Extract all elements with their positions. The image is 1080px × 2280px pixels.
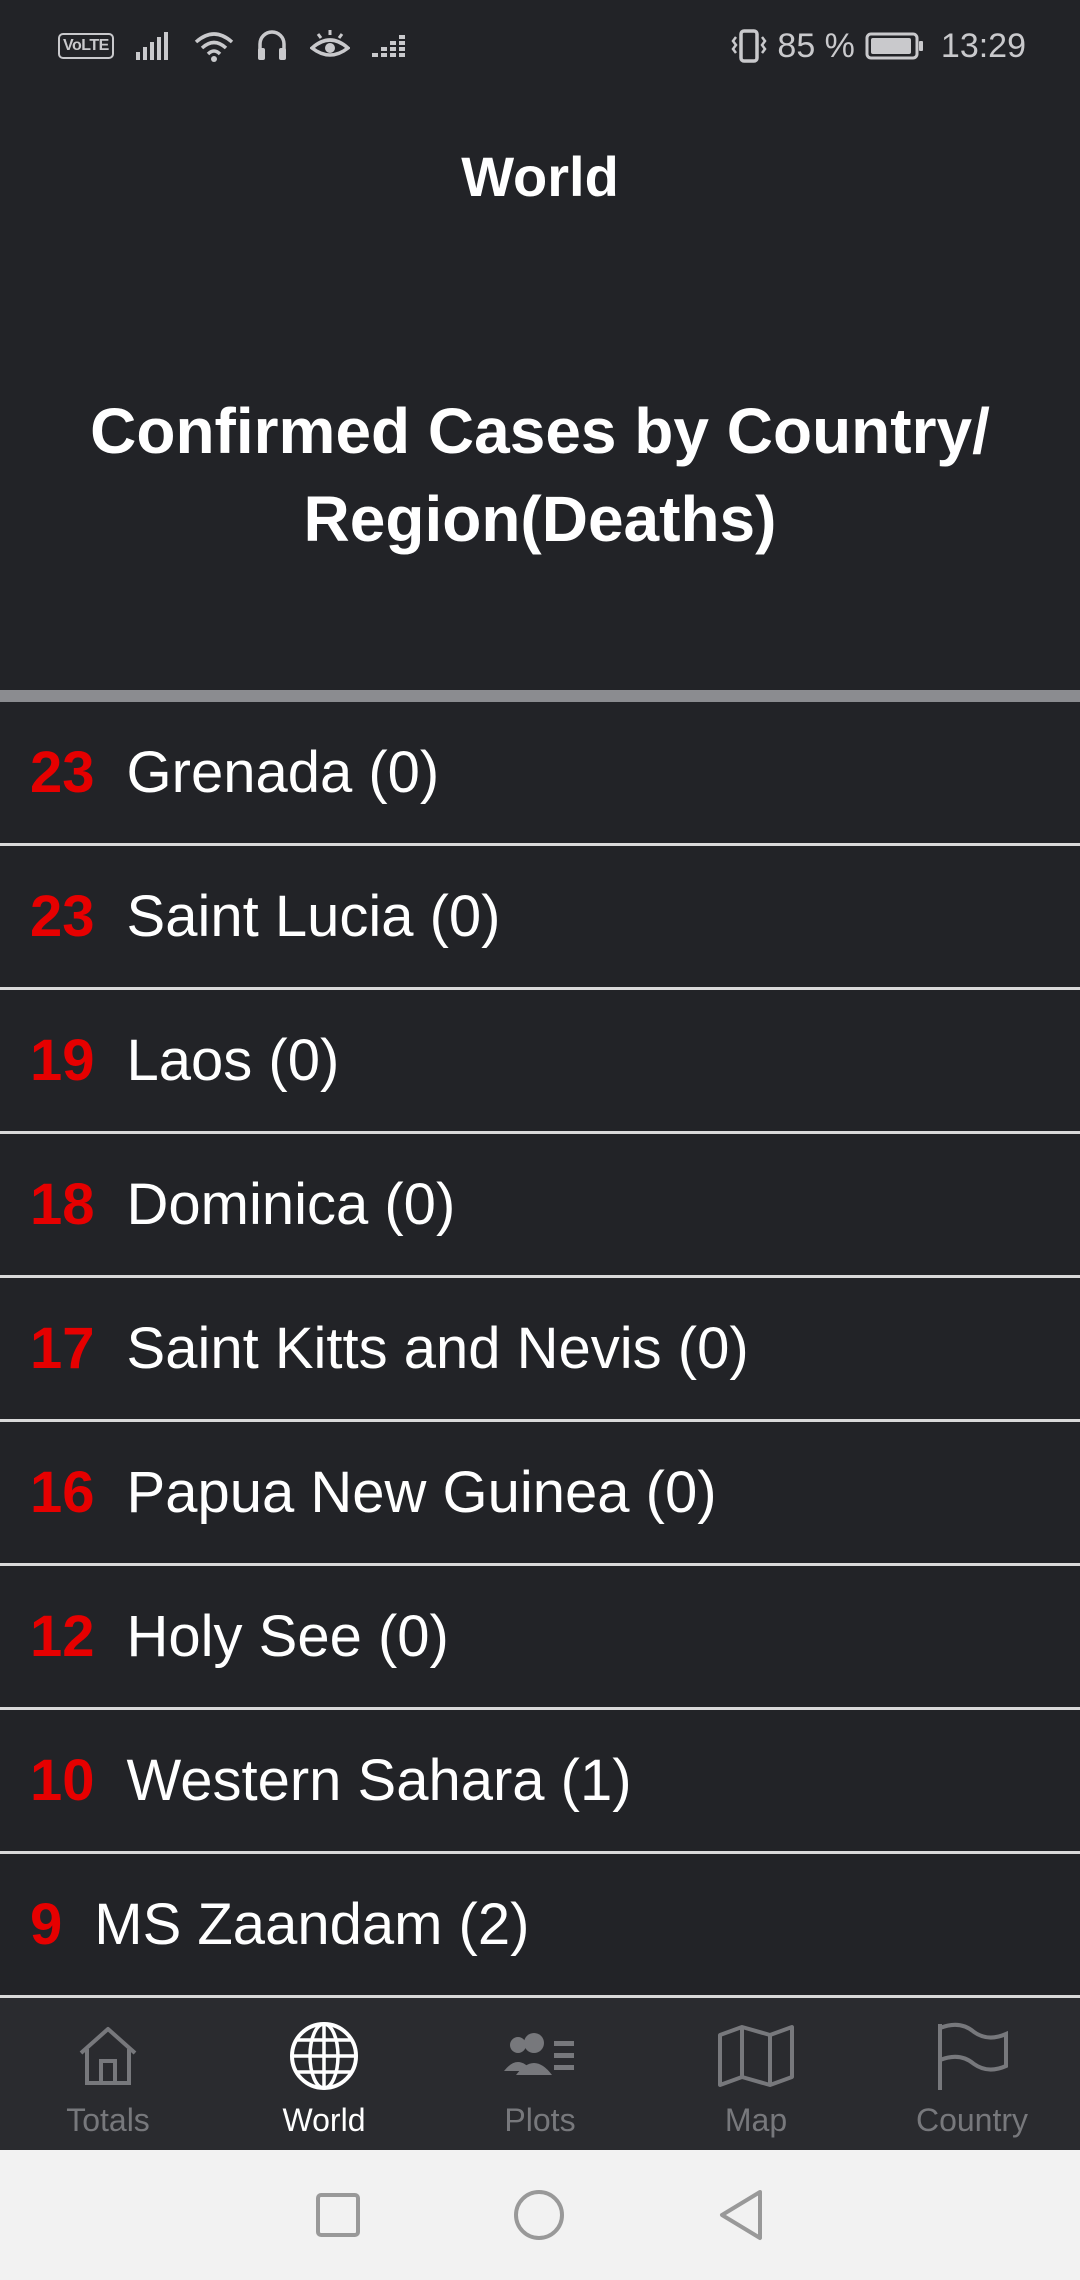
nav-item-world[interactable]: World (216, 1998, 432, 2150)
nav-item-plots[interactable]: Plots (432, 1998, 648, 2150)
country-name: Laos (0) (126, 1028, 340, 1093)
list-item[interactable]: 19 Laos (0) (0, 990, 1080, 1134)
nav-item-country[interactable]: Country (864, 1998, 1080, 2150)
headphones-icon (256, 30, 288, 62)
back-triangle-icon[interactable] (716, 2188, 766, 2242)
clock: 13:29 (940, 26, 1026, 65)
people-list-icon (504, 2016, 576, 2096)
case-count: 23 (30, 884, 95, 949)
list-heading: Confirmed Cases by Country/ Region(Death… (90, 395, 990, 555)
volte-icon: VoLTE (58, 33, 114, 59)
nav-label-world: World (282, 2102, 366, 2138)
nav-label-plots: Plots (504, 2102, 576, 2138)
nav-item-map[interactable]: Map (648, 1998, 864, 2150)
case-count: 17 (30, 1316, 95, 1381)
battery-icon (865, 31, 925, 61)
app-bar: World (0, 92, 1080, 260)
nav-label-country: Country (915, 2102, 1029, 2138)
globe-icon (288, 2016, 360, 2096)
signal-icon (135, 32, 172, 60)
case-count: 10 (30, 1748, 95, 1813)
battery-percent: 85 % (777, 26, 855, 65)
country-list[interactable]: 23 Grenada (0) 23 Saint Lucia (0) 19 Lao… (0, 702, 1080, 1998)
recents-square-icon[interactable] (314, 2191, 362, 2239)
list-item[interactable]: 23 Saint Lucia (0) (0, 846, 1080, 990)
home-icon (75, 2016, 141, 2096)
list-item[interactable]: 9 MS Zaandam (2) (0, 1854, 1080, 1998)
list-item[interactable]: 18 Dominica (0) (0, 1134, 1080, 1278)
case-count: 12 (30, 1604, 95, 1669)
list-item[interactable]: 23 Grenada (0) (0, 702, 1080, 846)
status-bar-right: 85 % 13:29 (731, 27, 1026, 66)
system-nav-bar (0, 2150, 1080, 2280)
country-name: Dominica (0) (126, 1172, 456, 1237)
case-count: 19 (30, 1028, 95, 1093)
nav-label-totals: Totals (66, 2102, 150, 2138)
list-item[interactable]: 16 Papua New Guinea (0) (0, 1422, 1080, 1566)
map-icon (716, 2016, 796, 2096)
country-name: Saint Kitts and Nevis (0) (126, 1316, 749, 1381)
case-count: 16 (30, 1460, 95, 1525)
country-name: Holy See (0) (126, 1604, 449, 1669)
list-item[interactable]: 17 Saint Kitts and Nevis (0) (0, 1278, 1080, 1422)
eye-comfort-icon (309, 30, 350, 62)
flag-icon (934, 2016, 1010, 2096)
heading-area: Confirmed Cases by Country/ Region(Death… (0, 260, 1080, 690)
status-bar-left: VoLTE (58, 30, 408, 62)
vibrate-icon (731, 29, 767, 63)
bottom-nav: Totals World Plots Map Country (0, 1998, 1080, 2150)
case-count: 23 (30, 740, 95, 805)
country-name: Saint Lucia (0) (126, 884, 501, 949)
wifi-icon (194, 30, 234, 62)
nav-item-totals[interactable]: Totals (0, 1998, 216, 2150)
case-count: 9 (30, 1892, 63, 1957)
country-name: Western Sahara (1) (126, 1748, 632, 1813)
list-item[interactable]: 12 Holy See (0) (0, 1566, 1080, 1710)
country-name: MS Zaandam (2) (94, 1892, 530, 1957)
heading-divider (0, 690, 1080, 702)
status-bar: VoLTE 85 % 13:29 (0, 0, 1080, 92)
country-name: Grenada (0) (126, 740, 440, 805)
nav-label-map: Map (724, 2102, 788, 2138)
case-count: 18 (30, 1172, 95, 1237)
list-item[interactable]: 10 Western Sahara (1) (0, 1710, 1080, 1854)
page-title: World (461, 144, 619, 208)
app-screen: VoLTE 85 % 13:29 World Confirmed Cases b… (0, 0, 1080, 2280)
country-name: Papua New Guinea (0) (126, 1460, 717, 1525)
data-speed-icon (371, 33, 408, 59)
home-circle-icon[interactable] (512, 2188, 566, 2242)
